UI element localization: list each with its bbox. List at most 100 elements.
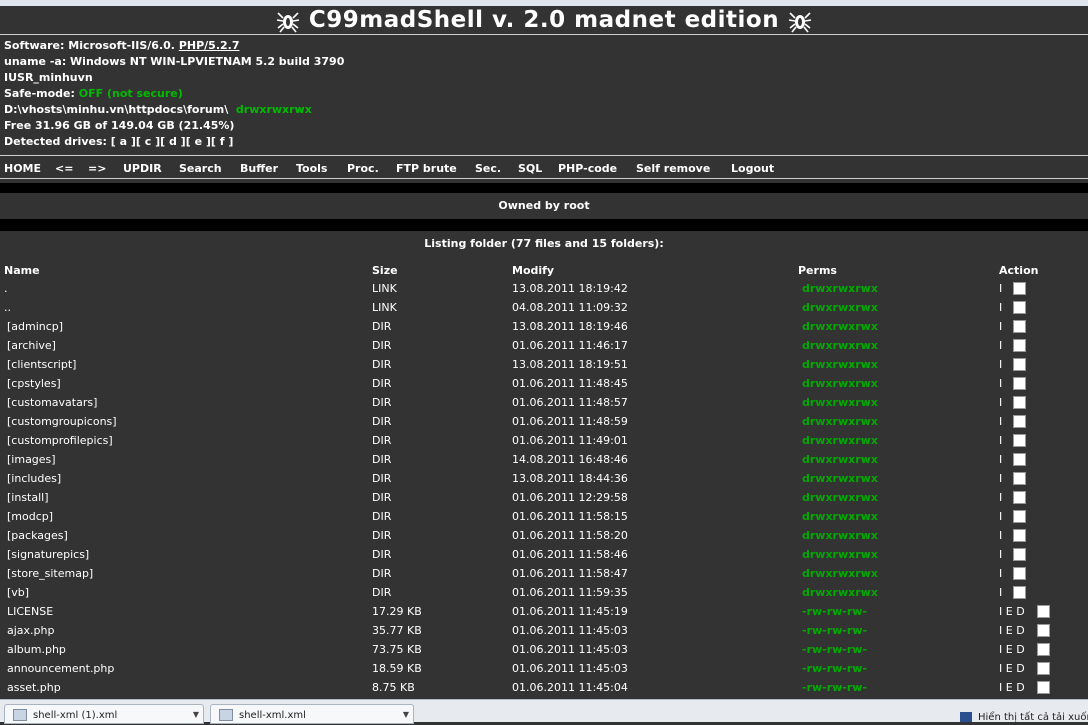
file-actions[interactable]: I (999, 431, 1002, 450)
file-actions[interactable]: I E D (999, 678, 1025, 697)
file-perms-link[interactable]: drwxrwxrwx (802, 412, 878, 431)
drive-e-link[interactable]: [ e ] (186, 135, 211, 148)
chevron-down-icon[interactable]: ▼ (403, 706, 409, 724)
file-actions[interactable]: I E D (999, 602, 1025, 621)
nav-search[interactable]: Search (179, 160, 222, 178)
select-checkbox[interactable] (1037, 624, 1050, 637)
file-perms-link[interactable]: drwxrwxrwx (802, 545, 878, 564)
file-perms-link[interactable]: -rw-rw-rw- (802, 659, 867, 678)
file-actions[interactable]: I (999, 526, 1002, 545)
file-perms-link[interactable]: -rw-rw-rw- (802, 602, 867, 621)
file-perms-link[interactable]: drwxrwxrwx (802, 317, 878, 336)
select-checkbox[interactable] (1037, 662, 1050, 675)
nav-updir[interactable]: UPDIR (123, 160, 162, 178)
file-perms-link[interactable]: drwxrwxrwx (802, 507, 878, 526)
nav-logout[interactable]: Logout (731, 160, 774, 178)
select-checkbox[interactable] (1013, 472, 1026, 485)
column-header-size[interactable]: Size (372, 264, 398, 277)
file-actions[interactable]: I (999, 336, 1002, 355)
file-name-link[interactable]: [install] (7, 488, 49, 507)
drive-c-link[interactable]: [ c ] (136, 135, 160, 148)
file-perms-link[interactable]: drwxrwxrwx (802, 431, 878, 450)
file-actions[interactable]: I (999, 450, 1002, 469)
file-perms-link[interactable]: drwxrwxrwx (802, 583, 878, 602)
file-actions[interactable]: I (999, 564, 1002, 583)
nav-php-code[interactable]: PHP-code (558, 160, 617, 178)
file-perms-link[interactable]: -rw-rw-rw- (802, 621, 867, 640)
select-checkbox[interactable] (1013, 548, 1026, 561)
nav-ftp-brute[interactable]: FTP brute (396, 160, 457, 178)
column-header-perms[interactable]: Perms (798, 264, 837, 277)
file-name-link[interactable]: [admincp] (7, 317, 63, 336)
select-checkbox[interactable] (1013, 567, 1026, 580)
file-perms-link[interactable]: drwxrwxrwx (802, 564, 878, 583)
file-actions[interactable]: I E D (999, 640, 1025, 659)
nav-buffer[interactable]: Buffer (240, 160, 278, 178)
file-name-link[interactable]: [cpstyles] (7, 374, 61, 393)
select-checkbox[interactable] (1013, 510, 1026, 523)
file-perms-link[interactable]: drwxrwxrwx (802, 526, 878, 545)
select-checkbox[interactable] (1013, 396, 1026, 409)
file-name-link[interactable]: . (4, 279, 8, 298)
file-actions[interactable]: I (999, 507, 1002, 526)
select-checkbox[interactable] (1013, 358, 1026, 371)
file-actions[interactable]: I (999, 393, 1002, 412)
file-name-link[interactable]: .. (4, 298, 11, 317)
file-perms-link[interactable]: -rw-rw-rw- (802, 640, 867, 659)
chevron-down-icon[interactable]: ▼ (193, 706, 199, 724)
nav-self-remove[interactable]: Self remove (636, 160, 710, 178)
select-checkbox[interactable] (1013, 453, 1026, 466)
download-item-1[interactable]: shell-xml (1).xml ▼ (4, 704, 204, 724)
file-perms-link[interactable]: drwxrwxrwx (802, 393, 878, 412)
file-name-link[interactable]: album.php (7, 640, 66, 659)
column-header-modify[interactable]: Modify (512, 264, 554, 277)
file-actions[interactable]: I (999, 298, 1002, 317)
nav-forward[interactable]: => (88, 160, 106, 178)
file-perms-link[interactable]: drwxrwxrwx (802, 374, 878, 393)
file-perms-link[interactable]: drwxrwxrwx (802, 450, 878, 469)
file-name-link[interactable]: [includes] (7, 469, 61, 488)
file-name-link[interactable]: LICENSE (7, 602, 53, 621)
nav-tools[interactable]: Tools (296, 160, 327, 178)
select-checkbox[interactable] (1037, 605, 1050, 618)
file-name-link[interactable]: [store_sitemap] (7, 564, 93, 583)
select-checkbox[interactable] (1013, 339, 1026, 352)
nav-home[interactable]: HOME (4, 160, 41, 178)
file-name-link[interactable]: [signaturepics] (7, 545, 89, 564)
select-checkbox[interactable] (1013, 282, 1026, 295)
file-name-link[interactable]: ajax.php (7, 621, 54, 640)
file-perms-link[interactable]: drwxrwxrwx (802, 298, 878, 317)
file-name-link[interactable]: [modcp] (7, 507, 53, 526)
file-perms-link[interactable]: drwxrwxrwx (802, 336, 878, 355)
file-actions[interactable]: I (999, 355, 1002, 374)
select-checkbox[interactable] (1037, 681, 1050, 694)
file-actions[interactable]: I (999, 317, 1002, 336)
drive-d-link[interactable]: [ d ] (160, 135, 186, 148)
file-actions[interactable]: I (999, 488, 1002, 507)
file-actions[interactable]: I (999, 412, 1002, 431)
select-checkbox[interactable] (1013, 529, 1026, 542)
select-checkbox[interactable] (1013, 415, 1026, 428)
file-actions[interactable]: I (999, 545, 1002, 564)
select-checkbox[interactable] (1037, 643, 1050, 656)
show-all-downloads[interactable]: Hiển thị tất cả tải xuống (960, 712, 1088, 723)
drive-f-link[interactable]: [ f ] (211, 135, 234, 148)
file-perms-link[interactable]: drwxrwxrwx (802, 488, 878, 507)
select-checkbox[interactable] (1013, 320, 1026, 333)
download-item-2[interactable]: shell-xml.xml ▼ (210, 704, 414, 724)
file-name-link[interactable]: [vb] (7, 583, 29, 602)
file-name-link[interactable]: [images] (7, 450, 56, 469)
file-name-link[interactable]: [customprofilepics] (7, 431, 113, 450)
file-perms-link[interactable]: drwxrwxrwx (802, 469, 878, 488)
nav-back[interactable]: <= (55, 160, 73, 178)
column-header-name[interactable]: Name (4, 264, 40, 277)
file-actions[interactable]: I E D (999, 659, 1025, 678)
select-checkbox[interactable] (1013, 491, 1026, 504)
select-checkbox[interactable] (1013, 301, 1026, 314)
file-name-link[interactable]: asset.php (7, 678, 61, 697)
file-perms-link[interactable]: drwxrwxrwx (802, 355, 878, 374)
select-checkbox[interactable] (1013, 586, 1026, 599)
php-version-link[interactable]: PHP/5.2.7 (179, 39, 240, 52)
file-name-link[interactable]: [clientscript] (7, 355, 76, 374)
drive-a-link[interactable]: [ a ] (111, 135, 136, 148)
